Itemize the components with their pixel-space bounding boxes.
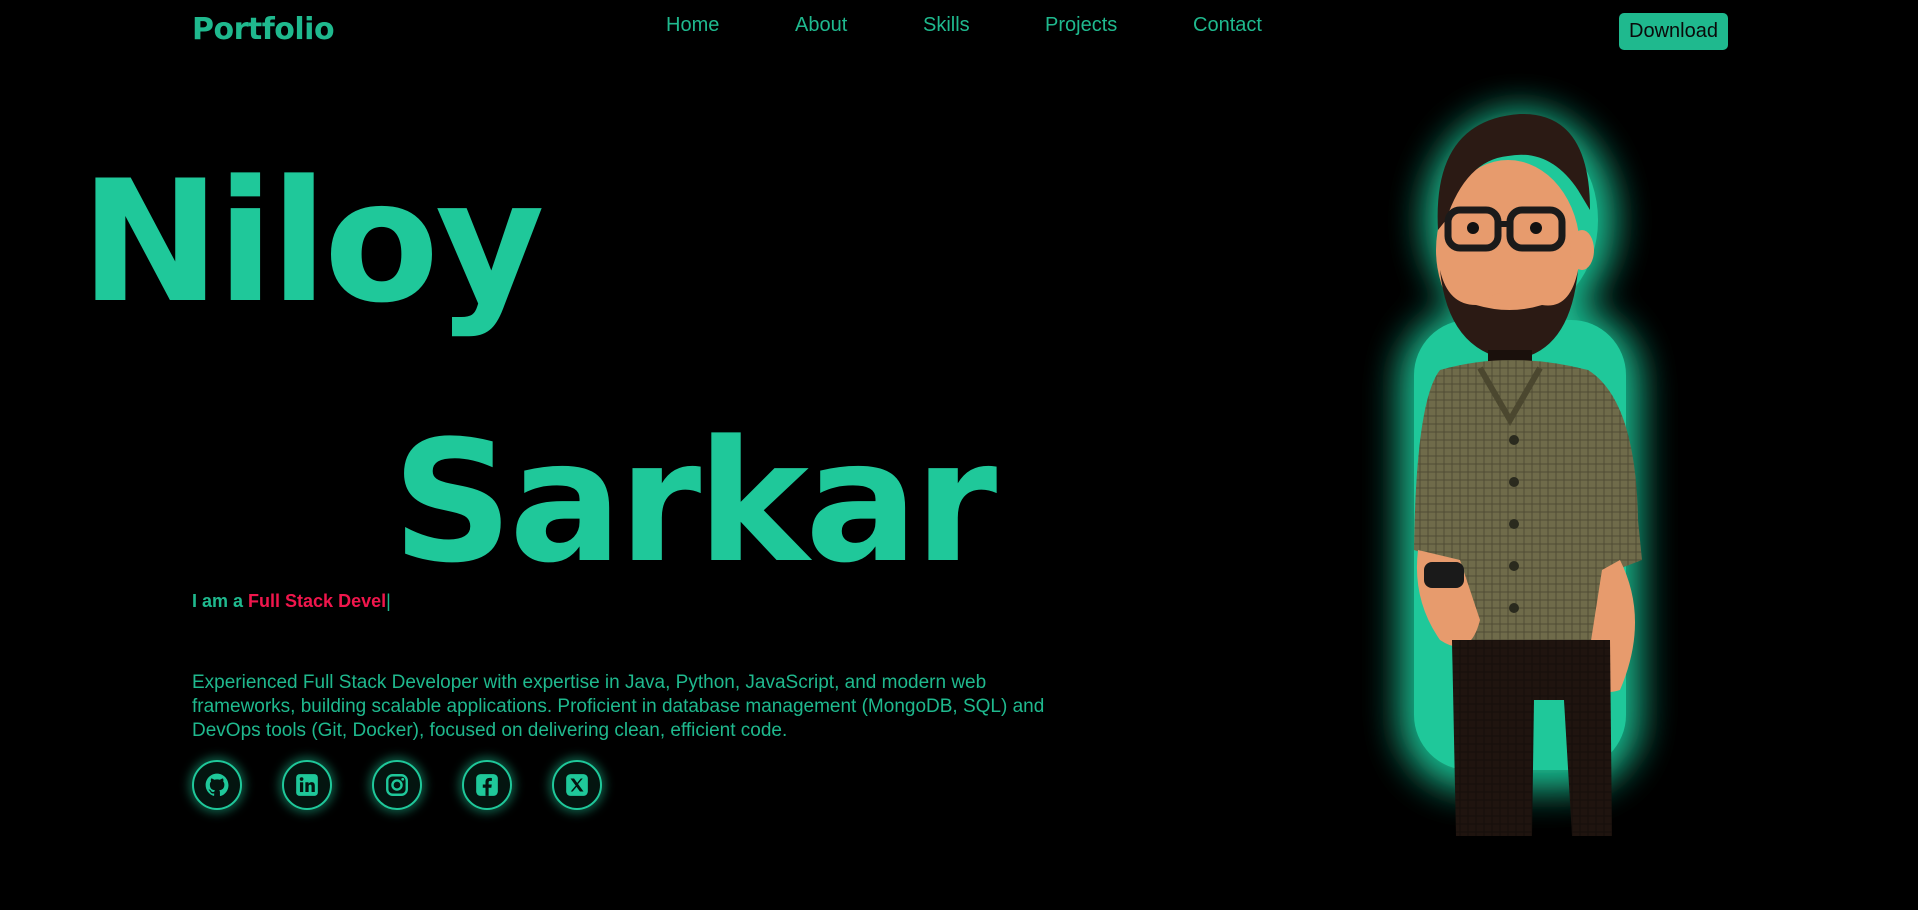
x-link[interactable] [552, 760, 602, 810]
nav-about[interactable]: About [795, 14, 847, 37]
nav-home[interactable]: Home [666, 14, 719, 37]
github-icon [205, 773, 229, 797]
x-icon [566, 774, 588, 796]
instagram-icon [386, 774, 408, 796]
hero-description: Experienced Full Stack Developer with ex… [192, 672, 1045, 741]
linkedin-icon [296, 774, 318, 796]
crochet-figure-image [1400, 110, 1642, 836]
instagram-link[interactable] [372, 760, 422, 810]
typed-role: Full Stack Devel [248, 591, 387, 611]
facebook-link[interactable] [462, 760, 512, 810]
social-links [192, 760, 612, 812]
nav-projects[interactable]: Projects [1045, 14, 1117, 37]
hero-first-name: Niloy [80, 144, 545, 340]
download-button[interactable]: Download [1619, 13, 1728, 50]
brand-logo[interactable]: Portfolio [192, 12, 335, 47]
hero-last-name: Sarkar [392, 404, 997, 600]
linkedin-link[interactable] [282, 760, 332, 810]
facebook-icon [476, 774, 498, 796]
portfolio-page: Portfolio Home About Skills Projects Con… [0, 0, 1918, 910]
github-link[interactable] [192, 760, 242, 810]
intro-prefix: I am a [192, 591, 244, 611]
nav-skills[interactable]: Skills [923, 14, 970, 37]
typing-line: I am a Full Stack Devel| [192, 591, 391, 612]
nav-contact[interactable]: Contact [1193, 14, 1262, 37]
typing-cursor: | [386, 591, 391, 611]
profile-portrait [1320, 100, 1720, 840]
